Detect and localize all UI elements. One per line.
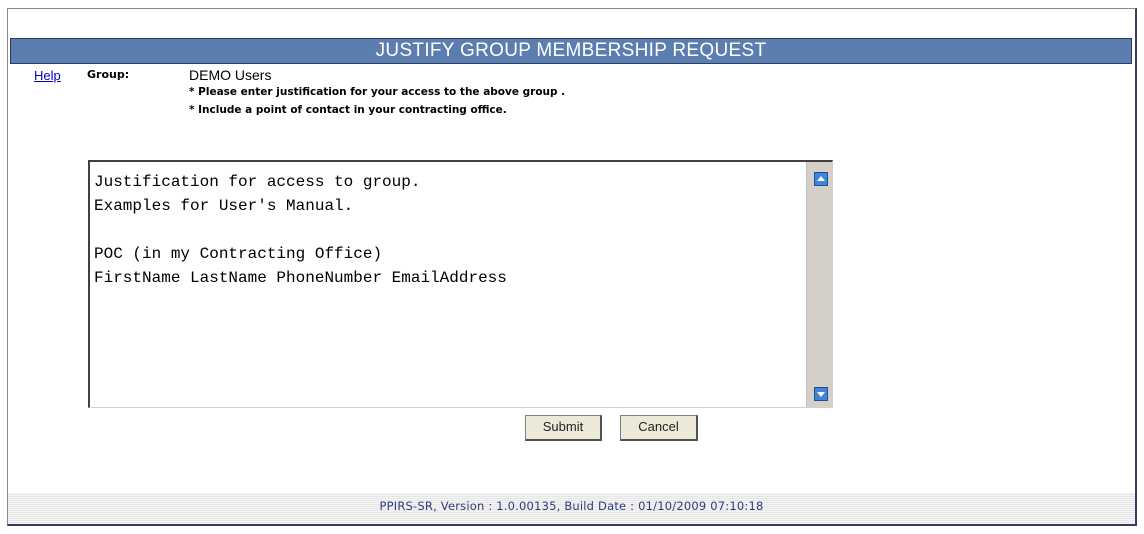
justification-textbox [88,160,833,408]
help-link[interactable]: Help [34,68,61,83]
submit-button[interactable]: Submit [525,415,602,441]
form-panel: JUSTIFY GROUP MEMBERSHIP REQUEST Help Gr… [8,9,1135,493]
justification-textarea[interactable] [90,162,806,407]
cancel-button[interactable]: Cancel [620,415,698,441]
scroll-up-arrow-icon[interactable] [814,172,828,186]
scroll-down-arrow-icon[interactable] [814,387,828,401]
textarea-scrollbar[interactable] [806,162,832,407]
instruction-point-of-contact: * Include a point of contact in your con… [189,104,507,116]
group-label: Group: [87,68,130,81]
instruction-justification: * Please enter justification for your ac… [189,86,566,98]
page-frame: JUSTIFY GROUP MEMBERSHIP REQUEST Help Gr… [7,8,1137,526]
group-value: DEMO Users [189,67,272,83]
page-title: JUSTIFY GROUP MEMBERSHIP REQUEST [10,38,1132,64]
version-footer: PPIRS-SR, Version : 1.0.00135, Build Dat… [379,499,764,513]
